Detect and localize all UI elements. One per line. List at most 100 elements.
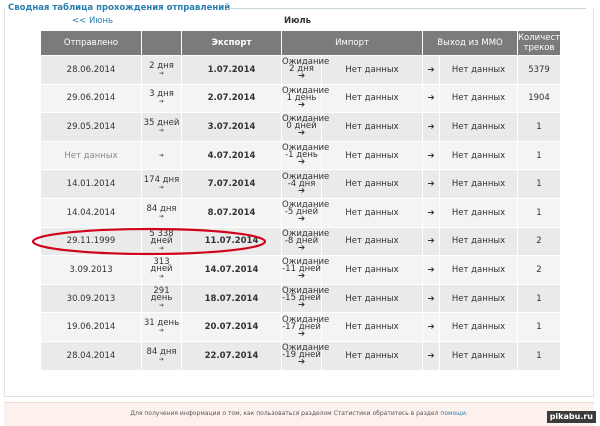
- sent-date: 29.11.1999: [40, 226, 142, 257]
- delay-cell: ➔: [141, 140, 182, 171]
- stats-table: Отправлено Экспорт Импорт Выход из ММО К…: [40, 30, 570, 371]
- arrow-right-icon: ➔: [158, 212, 165, 220]
- header-mmo-exit: Выход из ММО: [422, 30, 519, 56]
- delay-cell: 2 дня ➔: [141, 55, 182, 85]
- export-date: 8.07.2014: [181, 197, 282, 228]
- export-date: 3.07.2014: [181, 112, 282, 142]
- import-status: Нет данных: [320, 312, 424, 342]
- table-header-row: Отправлено Экспорт Импорт Выход из ММО К…: [40, 30, 570, 56]
- wait-cell: Ожидание -4 дня ➔: [281, 169, 329, 199]
- table-row: 3.09.2013 313 дней ➔ 14.07.2014 Ожидание -11…: [40, 255, 562, 285]
- wait-cell: Ожидание -5 дней ➔: [281, 197, 329, 228]
- panel-title: Сводная таблица прохождения отправлений: [8, 3, 231, 13]
- delay-cell: 3 дня ➔: [141, 83, 182, 114]
- arrow-right-icon: ➔: [158, 184, 165, 192]
- help-link[interactable]: помощи: [440, 410, 465, 417]
- table-row: 14.04.2014 84 дня ➔ 8.07.2014 Ожидание -5 дн…: [40, 197, 562, 228]
- wait-cell: Ожидание 2 дня ➔: [281, 55, 329, 85]
- delay-days: 313 дней: [150, 257, 173, 275]
- arrow-right-icon: ➔: [422, 283, 441, 314]
- arrow-right-icon: ➔: [422, 255, 441, 285]
- tracks-count: 2: [517, 226, 562, 257]
- table-row: Нет данных ➔ 4.07.2014 Ожидание -1 день ➔ Нет…: [40, 140, 562, 171]
- export-date: 14.07.2014: [181, 255, 282, 285]
- export-date: 7.07.2014: [181, 169, 282, 199]
- import-status: Нет данных: [320, 255, 424, 285]
- prev-month-link[interactable]: << Июнь: [72, 16, 113, 26]
- sent-date: 3.09.2013: [40, 255, 142, 285]
- table-row: 30.09.2013 291 день ➔ 18.07.2014 Ожидание -1…: [40, 283, 562, 314]
- export-date: 18.07.2014: [181, 283, 282, 314]
- arrow-right-icon: ➔: [297, 128, 306, 139]
- delay-cell: 84 дня ➔: [141, 340, 182, 371]
- sent-date: 29.06.2014: [40, 83, 142, 114]
- import-status: Нет данных: [320, 140, 424, 171]
- mmo-status: Нет данных: [439, 226, 519, 257]
- mmo-status: Нет данных: [439, 255, 519, 285]
- arrow-right-icon: ➔: [297, 328, 306, 339]
- footer-end: .: [465, 410, 468, 417]
- header-delay: [141, 30, 182, 56]
- sent-date: 14.04.2014: [40, 197, 142, 228]
- header-tracks-count: Количество треков: [517, 30, 570, 56]
- tracks-count: 1: [517, 169, 562, 199]
- arrow-right-icon: ➔: [422, 83, 441, 114]
- mmo-status: Нет данных: [439, 55, 519, 85]
- delay-cell: 31 день ➔: [141, 312, 182, 342]
- delay-cell: 291 день ➔: [141, 283, 182, 314]
- tracks-count: 1: [517, 283, 562, 314]
- footer-info: Для получения информации о том, как поль…: [4, 402, 594, 426]
- mmo-status: Нет данных: [439, 83, 519, 114]
- bottom-divider: [4, 396, 594, 397]
- delay-days: 291 день: [150, 286, 173, 304]
- wait-cell: Ожидание -11 дней ➔: [281, 255, 329, 285]
- sent-date: Нет данных: [40, 140, 142, 171]
- tracks-count: 1: [517, 140, 562, 171]
- wait-cell: Ожидание 1 день ➔: [281, 83, 329, 114]
- arrow-right-icon: ➔: [158, 355, 165, 363]
- delay-days: 5 338 дней: [149, 228, 174, 246]
- table-row: 29.11.1999 5 338 дней ➔ 11.07.2014 Ожидание …: [40, 226, 562, 257]
- wait-cell: Ожидание -17 дней ➔: [281, 312, 329, 342]
- arrow-right-icon: ➔: [158, 327, 165, 335]
- table-row: 29.06.2014 3 дня ➔ 2.07.2014 Ожидание 1 день…: [40, 83, 562, 114]
- mmo-status: Нет данных: [439, 312, 519, 342]
- import-status: Нет данных: [320, 197, 424, 228]
- tracks-count: 1: [517, 312, 562, 342]
- delay-cell: 313 дней ➔: [141, 255, 182, 285]
- footer-text: Для получения информации о том, как поль…: [130, 410, 439, 417]
- tracks-count: 1: [517, 340, 562, 371]
- export-date: 4.07.2014: [181, 140, 282, 171]
- sent-date: 14.01.2014: [40, 169, 142, 199]
- mmo-status: Нет данных: [439, 140, 519, 171]
- header-export: Экспорт: [181, 30, 282, 56]
- tracks-count: 1: [517, 197, 562, 228]
- delay-cell: 5 338 дней ➔: [141, 226, 182, 257]
- wait-cell: Ожидание -1 день ➔: [281, 140, 329, 171]
- table-row: 14.01.2014 174 дня ➔ 7.07.2014 Ожидание -4 д…: [40, 169, 562, 199]
- arrow-right-icon: ➔: [297, 185, 306, 196]
- arrow-right-icon: ➔: [297, 157, 306, 168]
- mmo-status: Нет данных: [439, 112, 519, 142]
- tracks-count: 1: [517, 112, 562, 142]
- table-body: 28.06.2014 2 дня ➔ 1.07.2014 Ожидание 2 дня ➔…: [40, 55, 562, 371]
- sent-date: 29.05.2014: [40, 112, 142, 142]
- table-row: 28.06.2014 2 дня ➔ 1.07.2014 Ожидание 2 дня ➔…: [40, 55, 562, 85]
- arrow-right-icon: ➔: [297, 271, 306, 282]
- tracks-count: 5379: [517, 55, 562, 85]
- sent-date: 28.04.2014: [40, 340, 142, 371]
- sent-date: 19.06.2014: [40, 312, 142, 342]
- wait-cell: Ожидание -8 дней ➔: [281, 226, 329, 257]
- import-status: Нет данных: [320, 169, 424, 199]
- wait-cell: Ожидание 0 дней ➔: [281, 112, 329, 142]
- arrow-right-icon: ➔: [422, 312, 441, 342]
- arrow-right-icon: ➔: [297, 99, 306, 110]
- tracks-count: 2: [517, 255, 562, 285]
- delay-cell: 35 дней ➔: [141, 112, 182, 142]
- mmo-status: Нет данных: [439, 283, 519, 314]
- header-sent: Отправлено: [40, 30, 142, 56]
- import-status: Нет данных: [320, 283, 424, 314]
- table-row: 19.06.2014 31 день ➔ 20.07.2014 Ожидание -17…: [40, 312, 562, 342]
- arrow-right-icon: ➔: [297, 357, 306, 368]
- mmo-status: Нет данных: [439, 197, 519, 228]
